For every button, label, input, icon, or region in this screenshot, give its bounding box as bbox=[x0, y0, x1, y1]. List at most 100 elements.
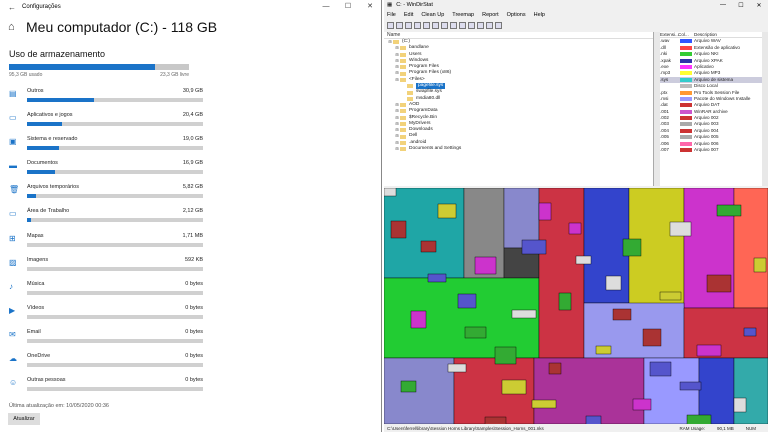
treemap-cell[interactable] bbox=[575, 255, 592, 265]
update-button[interactable]: Atualizar bbox=[8, 413, 40, 425]
treemap-cell[interactable] bbox=[474, 256, 497, 275]
treemap-cell[interactable] bbox=[447, 363, 467, 373]
minimize-button[interactable]: — bbox=[714, 2, 732, 9]
treemap-cell[interactable] bbox=[531, 399, 557, 409]
close-button[interactable]: ✕ bbox=[359, 0, 381, 14]
treemap-block[interactable] bbox=[383, 357, 455, 425]
treemap-cell[interactable] bbox=[649, 361, 672, 377]
close-button[interactable]: ✕ bbox=[750, 2, 768, 9]
treemap-cell[interactable] bbox=[538, 202, 552, 221]
treemap-cell[interactable] bbox=[605, 275, 622, 291]
treemap-cell[interactable] bbox=[706, 274, 732, 293]
treemap-canvas[interactable] bbox=[383, 187, 768, 432]
category-row[interactable]: ✉ Email 0 bytes bbox=[0, 327, 381, 351]
treemap-cell[interactable] bbox=[511, 309, 537, 319]
category-row[interactable]: ▭ Área de Trabalho 2,12 GB bbox=[0, 206, 381, 230]
treemap-cell[interactable] bbox=[568, 222, 582, 235]
treemap-cell[interactable] bbox=[632, 398, 652, 411]
treemap-cell[interactable] bbox=[494, 346, 517, 365]
treemap-cell[interactable] bbox=[753, 257, 767, 273]
save-icon[interactable] bbox=[396, 22, 403, 29]
treemap-cell[interactable] bbox=[595, 345, 612, 355]
treemap-cell[interactable] bbox=[390, 220, 407, 239]
category-row[interactable]: ▣ Sistema e reservado 19,0 GB bbox=[0, 134, 381, 158]
treemap-cell[interactable] bbox=[383, 187, 397, 197]
treemap[interactable] bbox=[383, 187, 768, 432]
treemap-cell[interactable] bbox=[622, 238, 642, 257]
treemap-cell[interactable] bbox=[558, 292, 572, 311]
name-column-header[interactable]: Name bbox=[384, 32, 653, 39]
treemap-cell[interactable] bbox=[464, 326, 487, 339]
treemap-cell[interactable] bbox=[410, 310, 427, 329]
help-icon[interactable] bbox=[495, 22, 502, 29]
treemap-cell[interactable] bbox=[400, 380, 417, 393]
menu-item[interactable]: Help bbox=[534, 12, 545, 18]
home-icon[interactable]: ⌂ bbox=[8, 21, 26, 33]
treemap-cell[interactable] bbox=[484, 416, 507, 429]
tree-row[interactable]: ⊞ Documents and Settings bbox=[384, 146, 653, 152]
treemap-block[interactable] bbox=[698, 357, 735, 425]
category-row[interactable]: ⊞ Mapas 1,71 MB bbox=[0, 231, 381, 255]
extension-row[interactable]: .007 Arquivo 007 bbox=[660, 147, 762, 153]
treemap-cell[interactable] bbox=[686, 414, 712, 432]
treemap-cell[interactable] bbox=[642, 328, 662, 347]
treemap-block[interactable] bbox=[503, 187, 540, 249]
menu-item[interactable]: Clean Up bbox=[421, 12, 444, 18]
menu-item[interactable]: Options bbox=[507, 12, 526, 18]
category-row[interactable]: ▤ Outros 30,9 GB bbox=[0, 86, 381, 110]
ext-header[interactable]: Extensi... bbox=[660, 32, 679, 37]
category-size: 1,71 MB bbox=[182, 232, 203, 239]
category-row[interactable]: ▬ Documentos 16,9 GB bbox=[0, 158, 381, 182]
delete-icon[interactable] bbox=[450, 22, 457, 29]
open-icon[interactable] bbox=[387, 22, 394, 29]
folder-icon bbox=[400, 52, 406, 57]
cmd-icon[interactable] bbox=[441, 22, 448, 29]
category-row[interactable]: ☁ OneDrive 0 bytes bbox=[0, 351, 381, 375]
treemap-cell[interactable] bbox=[548, 362, 562, 375]
menu-item[interactable]: Edit bbox=[404, 12, 413, 18]
treemap-cell[interactable] bbox=[612, 308, 632, 321]
treemap-cell[interactable] bbox=[679, 381, 702, 391]
category-size: 30,9 GB bbox=[182, 88, 203, 94]
zoom-out-icon[interactable] bbox=[486, 22, 493, 29]
ext-color-swatch bbox=[680, 109, 692, 114]
menu-item[interactable]: Treemap bbox=[452, 12, 474, 18]
recycle-icon[interactable] bbox=[459, 22, 466, 29]
treemap-cell[interactable] bbox=[696, 344, 722, 357]
treemap-cell[interactable] bbox=[501, 379, 527, 395]
desc-header[interactable]: Description bbox=[694, 32, 717, 37]
treemap-cell[interactable] bbox=[521, 239, 547, 255]
category-row[interactable]: ▶ Vídeos 0 bytes bbox=[0, 303, 381, 327]
maximize-button[interactable]: ☐ bbox=[732, 2, 750, 9]
treemap-cell[interactable] bbox=[420, 240, 437, 253]
category-row[interactable]: ▭ Aplicativos e jogos 20,4 GB bbox=[0, 110, 381, 134]
trash-icon: 🗑 bbox=[9, 185, 20, 195]
color-header[interactable]: Col... bbox=[678, 32, 694, 37]
treemap-cell[interactable] bbox=[437, 203, 457, 219]
back-arrow-icon[interactable]: ← bbox=[8, 3, 16, 12]
zoom-in-icon[interactable] bbox=[477, 22, 484, 29]
category-row[interactable]: ♪ Música 0 bytes bbox=[0, 279, 381, 303]
menu-item[interactable]: Report bbox=[482, 12, 499, 18]
maximize-button[interactable]: ☐ bbox=[337, 0, 359, 14]
ext-scrollbar[interactable] bbox=[762, 32, 768, 186]
treemap-cell[interactable] bbox=[743, 327, 757, 337]
explorer-icon[interactable] bbox=[432, 22, 439, 29]
treemap-cell[interactable] bbox=[585, 415, 602, 431]
properties-icon[interactable] bbox=[468, 22, 475, 29]
treemap-block[interactable] bbox=[733, 357, 768, 425]
treemap-cell[interactable] bbox=[659, 291, 682, 301]
treemap-cell[interactable] bbox=[669, 221, 692, 237]
treemap-cell[interactable] bbox=[716, 204, 742, 217]
copy-icon[interactable] bbox=[414, 22, 421, 29]
refresh-icon[interactable] bbox=[423, 22, 430, 29]
category-row[interactable]: 🗑 Arquivos temporários 5,82 GB bbox=[0, 182, 381, 206]
category-row[interactable]: ▨ Imagens 592 KB bbox=[0, 255, 381, 279]
treemap-cell[interactable] bbox=[457, 293, 477, 309]
menu-item[interactable]: File bbox=[387, 12, 396, 18]
play-icon[interactable] bbox=[405, 22, 412, 29]
category-row[interactable]: ☺ Outras pessoas 0 bytes bbox=[0, 375, 381, 399]
treemap-cell[interactable] bbox=[733, 397, 747, 413]
minimize-button[interactable]: — bbox=[315, 0, 337, 14]
treemap-cell[interactable] bbox=[427, 273, 447, 283]
